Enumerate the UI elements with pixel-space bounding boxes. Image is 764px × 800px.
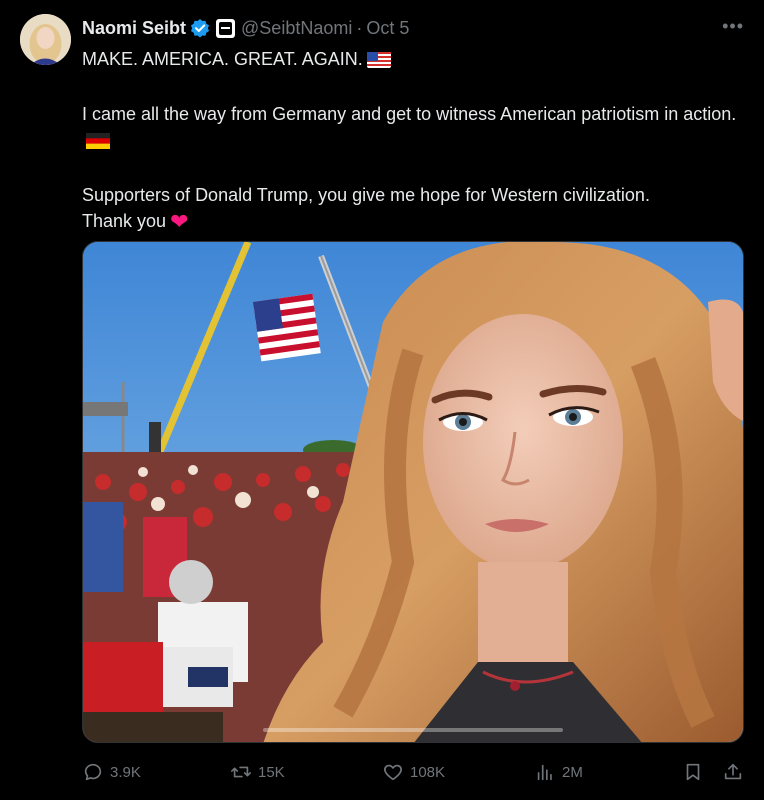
- avatar[interactable]: [20, 14, 71, 65]
- tweet-card[interactable]: Naomi Seibt @SeibtNaomi · Oct 5 ••• MAKE…: [0, 0, 764, 800]
- repost-icon: [231, 766, 251, 778]
- post-line-4: Thank you ❤: [82, 209, 189, 234]
- affiliation-badge-icon[interactable]: [216, 18, 236, 38]
- author-name[interactable]: Naomi Seibt: [82, 18, 186, 39]
- bookmark-button[interactable]: [682, 758, 704, 786]
- post-image[interactable]: [82, 241, 744, 743]
- repost-count: 15K: [258, 763, 285, 781]
- german-flag-icon: [86, 130, 110, 156]
- reply-count: 3.9K: [110, 763, 141, 781]
- separator-dot: ·: [356, 17, 363, 38]
- us-flag-icon: [366, 49, 391, 75]
- post-line-2: I came all the way from Germany and get …: [82, 101, 746, 156]
- bookmark-icon: [686, 763, 700, 781]
- post-text: MAKE. AMERICA. GREAT. AGAIN. I came all …: [82, 46, 746, 235]
- author-handle[interactable]: @SeibtNaomi: [241, 18, 352, 39]
- post-date[interactable]: Oct 5: [366, 18, 409, 39]
- tweet-header: Naomi Seibt @SeibtNaomi · Oct 5 •••: [82, 16, 744, 40]
- like-heart-icon: [384, 764, 402, 781]
- like-count: 108K: [410, 763, 446, 781]
- share-button[interactable]: [722, 758, 744, 786]
- action-bar: 3.9K 15K 108K 2M: [82, 758, 744, 786]
- views-chart-icon: [537, 764, 552, 781]
- like-button[interactable]: 108K: [382, 758, 445, 786]
- verified-badge-icon: [190, 18, 210, 38]
- views-count: 2M: [562, 763, 583, 781]
- repost-button[interactable]: 15K: [230, 758, 285, 786]
- post-line-1: MAKE. AMERICA. GREAT. AGAIN.: [82, 46, 746, 75]
- post-line-3: Supporters of Donald Trump, you give me …: [82, 185, 650, 205]
- reply-button[interactable]: 3.9K: [82, 758, 141, 786]
- reply-icon: [84, 763, 102, 781]
- views-button[interactable]: 2M: [534, 758, 583, 786]
- share-icon: [724, 763, 742, 780]
- heart-icon: ❤: [170, 209, 189, 234]
- more-options-icon[interactable]: •••: [722, 16, 744, 37]
